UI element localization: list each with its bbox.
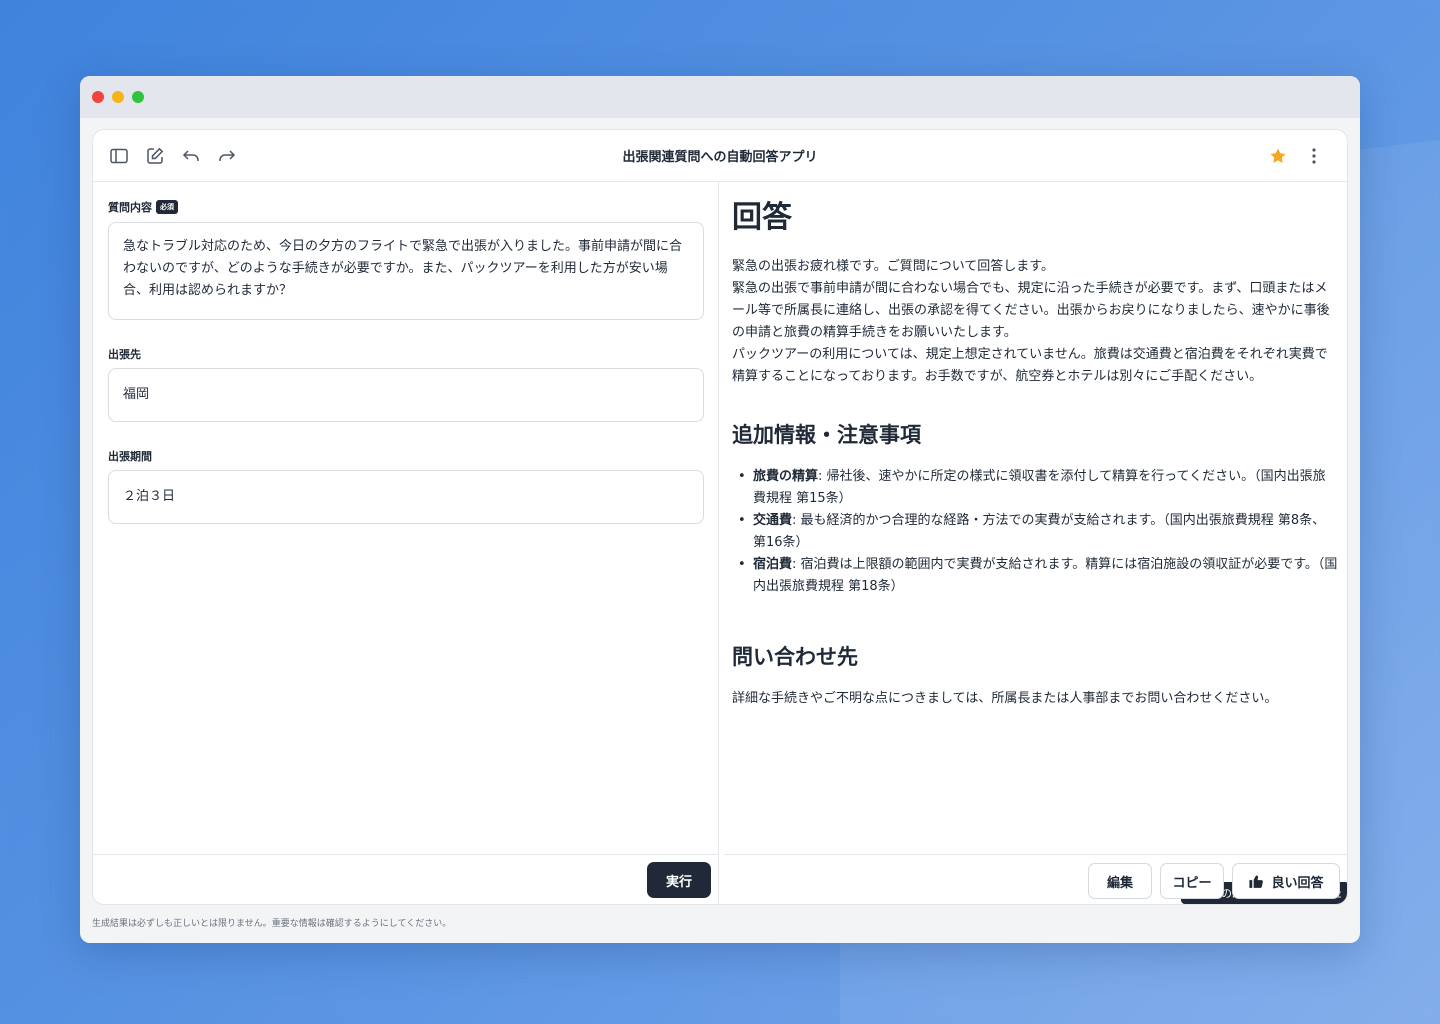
favorite-star-icon[interactable] xyxy=(1266,144,1290,168)
period-input[interactable]: ２泊３日 xyxy=(108,470,704,524)
close-window-button[interactable] xyxy=(92,91,104,103)
answer-paragraph: 緊急の出張お疲れ様です。ご質問について回答します。 緊急の出張で事前申請が間に合… xyxy=(732,259,1330,384)
thumbs-up-icon xyxy=(1249,875,1264,888)
notes-heading: 追加情報・注意事項 xyxy=(732,423,921,447)
input-footer: 実行 xyxy=(93,854,718,904)
maximize-window-button[interactable] xyxy=(132,91,144,103)
destination-label: 出張先 xyxy=(108,348,141,361)
period-label: 出張期間 xyxy=(108,450,152,463)
good-answer-button[interactable]: 良い回答 xyxy=(1232,863,1340,899)
edit-button[interactable]: 編集 xyxy=(1088,863,1152,899)
disclaimer-text: 生成結果は必ずしも正しいとは限りません。重要な情報は確認するようにしてください。 xyxy=(92,919,452,929)
question-textarea[interactable]: 急なトラブル対応のため、今日の夕方のフライトで緊急で出張が入りました。事前申請が… xyxy=(108,222,704,320)
contact-text: 詳細な手続きやご不明な点につきましては、所属長または人事部までお問い合わせくださ… xyxy=(732,691,1278,706)
window-titlebar xyxy=(80,76,1360,118)
answer-panel: 回答 緊急の出張お疲れ様です。ご質問について回答します。 緊急の出張で事前申請が… xyxy=(720,182,1347,904)
answer-content: 回答 緊急の出張お疲れ様です。ご質問について回答します。 緊急の出張で事前申請が… xyxy=(732,198,1338,710)
question-label: 質問内容 必須 xyxy=(108,199,178,215)
required-badge: 必須 xyxy=(156,200,178,214)
contact-heading: 問い合わせ先 xyxy=(732,645,858,669)
app-card: 出張関連質問への自動回答アプリ 質問内容 必須 急なトラブル対応のため、今日の夕… xyxy=(92,129,1348,905)
answer-footer: 編集 コピー 良い回答 xyxy=(724,854,1347,904)
list-item: 旅費の精算: 帰社後、速やかに所定の様式に領収書を添付して精算を行ってください。… xyxy=(732,466,1338,510)
answer-heading: 回答 xyxy=(732,200,792,235)
app-header: 出張関連質問への自動回答アプリ xyxy=(93,130,1347,182)
good-answer-label: 良い回答 xyxy=(1271,874,1324,890)
minimize-window-button[interactable] xyxy=(112,91,124,103)
app-title: 出張関連質問への自動回答アプリ xyxy=(622,150,818,165)
more-options-icon[interactable] xyxy=(1302,144,1326,168)
destination-input[interactable]: 福岡 xyxy=(108,368,704,422)
app-window: 出張関連質問への自動回答アプリ 質問内容 必須 急なトラブル対応のため、今日の夕… xyxy=(80,76,1360,943)
input-panel: 質問内容 必須 急なトラブル対応のため、今日の夕方のフライトで緊急で出張が入りま… xyxy=(93,182,719,904)
copy-button[interactable]: コピー xyxy=(1160,863,1224,899)
notes-list: 旅費の精算: 帰社後、速やかに所定の様式に領収書を添付して精算を行ってください。… xyxy=(732,466,1338,598)
run-button[interactable]: 実行 xyxy=(647,862,711,898)
list-item: 宿泊費: 宿泊費は上限額の範囲内で実費が支給されます。精算には宿泊施設の領収証が… xyxy=(732,554,1338,598)
list-item: 交通費: 最も経済的かつ合理的な経路・方法での実費が支給されます。（国内出張旅費… xyxy=(732,510,1338,554)
